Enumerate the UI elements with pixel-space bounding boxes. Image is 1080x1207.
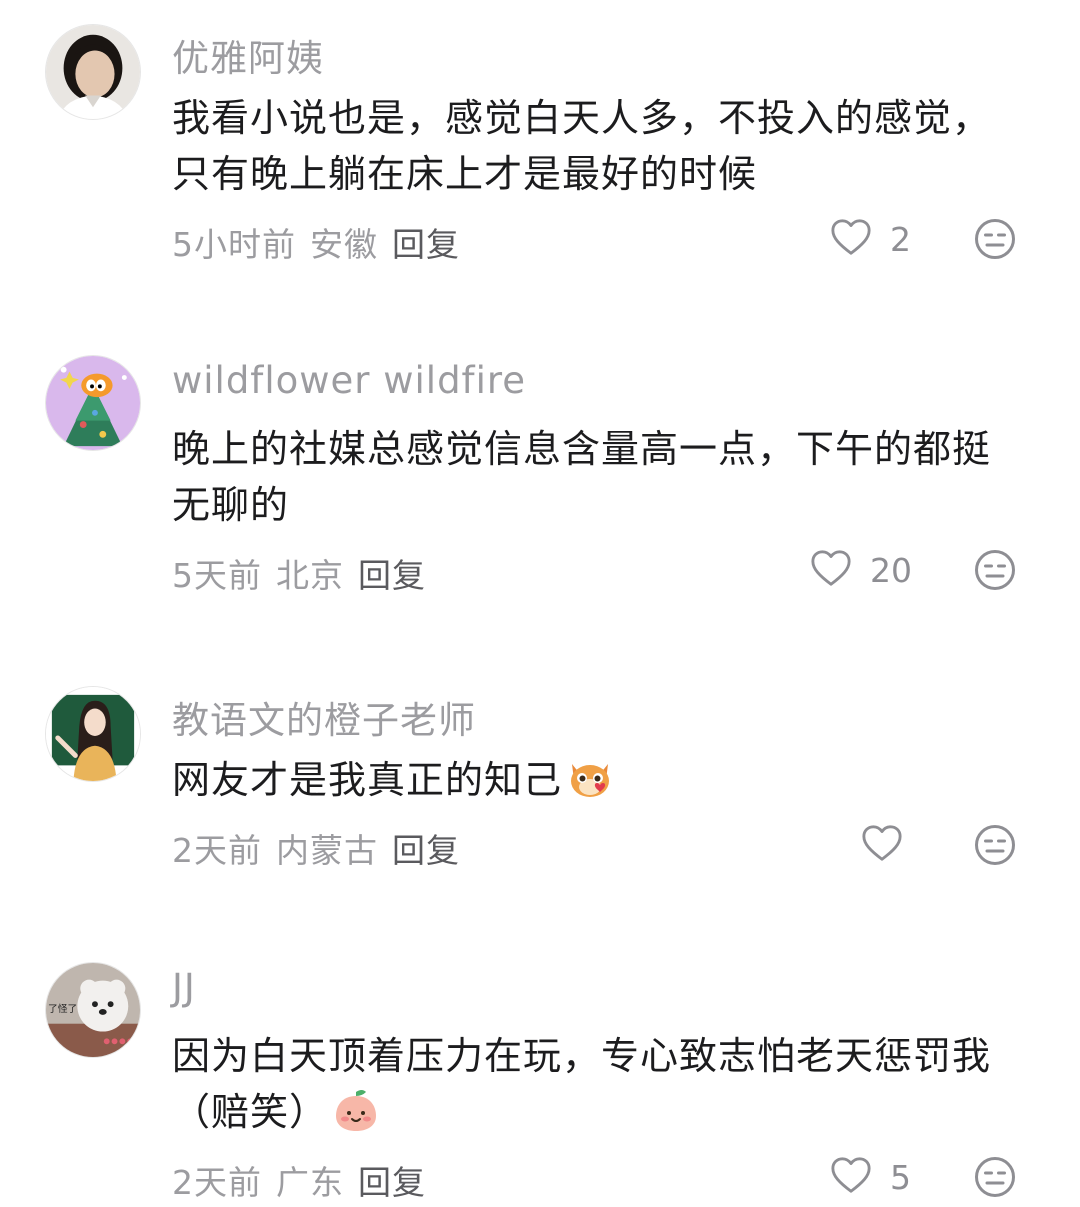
comment-time: 5小时前 xyxy=(172,225,296,264)
comment-text-content: 因为白天顶着压力在玩，专心致志怕老天惩罚我（赔笑） xyxy=(172,1034,992,1134)
comment-location: 安徽 xyxy=(310,225,378,264)
heart-outline-icon xyxy=(861,823,903,867)
meh-face-icon xyxy=(974,1156,1016,1198)
comment-username[interactable]: wildflower wildfire xyxy=(172,359,526,402)
like-button[interactable]: 20 xyxy=(810,545,912,595)
comment-text-content: 网友才是我真正的知己 xyxy=(172,758,563,802)
cat-heart-emoji xyxy=(566,754,614,802)
reply-button[interactable]: 回复 xyxy=(392,831,460,870)
comment-meta: 5天前 北京 回复 xyxy=(172,549,440,597)
dislike-button[interactable] xyxy=(974,549,1016,591)
comment-text: 网友才是我真正的知己 xyxy=(172,752,1022,808)
comment-text: 我看小说也是，感觉白天人多，不投入的感觉，只有晚上躺在床上才是最好的时候 xyxy=(172,96,992,196)
comment-text: 晚上的社媒总感觉信息含量高一点，下午的都挺无聊的 xyxy=(172,427,992,527)
heart-outline-icon xyxy=(830,1155,872,1199)
comment-item: 教语文的橙子老师 网友才是我真正的知己 2天前 内蒙古 回复 xyxy=(0,686,1080,886)
reply-button[interactable]: 回复 xyxy=(358,556,426,595)
meh-face-icon xyxy=(974,824,1016,866)
comment-time: 2天前 xyxy=(172,831,262,870)
heart-outline-icon xyxy=(830,217,872,261)
avatar-caption: 了怪了 xyxy=(48,1002,77,1015)
avatar[interactable] xyxy=(45,686,141,782)
like-count: 2 xyxy=(890,219,911,259)
dislike-button[interactable] xyxy=(974,218,1016,260)
meh-face-icon xyxy=(974,549,1016,591)
like-button[interactable]: 5 xyxy=(830,1152,911,1202)
comment-location: 内蒙古 xyxy=(276,831,378,870)
like-button[interactable]: 2 xyxy=(830,214,911,264)
comment-meta: 2天前 广东 回复 xyxy=(172,1156,440,1204)
comment-username[interactable]: 教语文的橙子老师 xyxy=(172,690,476,744)
smiling-peach-emoji xyxy=(332,1086,380,1134)
comment-username[interactable]: 优雅阿姨 xyxy=(172,28,324,82)
comment-item: 了怪了 JJ 因为白天顶着压力在玩，专心致志怕老天惩罚我（赔笑） 2天前 广东 回复… xyxy=(0,962,1080,1202)
comment-item: wildflower wildfire 晚上的社媒总感觉信息含量高一点，下午的都… xyxy=(0,355,1080,605)
like-count: 5 xyxy=(890,1157,911,1197)
comment-username[interactable]: JJ xyxy=(172,966,196,1009)
like-button[interactable] xyxy=(861,820,921,870)
dislike-button[interactable] xyxy=(974,1156,1016,1198)
meh-face-icon xyxy=(974,218,1016,260)
comment-meta: 2天前 内蒙古 回复 xyxy=(172,824,474,872)
avatar[interactable] xyxy=(45,24,141,120)
like-count: 20 xyxy=(870,550,912,590)
reply-button[interactable]: 回复 xyxy=(358,1163,426,1202)
comment-location: 北京 xyxy=(276,556,344,595)
comment-time: 5天前 xyxy=(172,556,262,595)
avatar[interactable] xyxy=(45,355,141,451)
reply-button[interactable]: 回复 xyxy=(392,225,460,264)
comment-text: 因为白天顶着压力在玩，专心致志怕老天惩罚我（赔笑） xyxy=(172,1028,1022,1140)
comment-item: 优雅阿姨 我看小说也是，感觉白天人多，不投入的感觉，只有晚上躺在床上才是最好的时… xyxy=(0,24,1080,274)
comment-time: 2天前 xyxy=(172,1163,262,1202)
comment-location: 广东 xyxy=(276,1163,344,1202)
avatar[interactable]: 了怪了 xyxy=(45,962,141,1058)
heart-outline-icon xyxy=(810,548,852,592)
comment-meta: 5小时前 安徽 回复 xyxy=(172,218,474,266)
dislike-button[interactable] xyxy=(974,824,1016,866)
